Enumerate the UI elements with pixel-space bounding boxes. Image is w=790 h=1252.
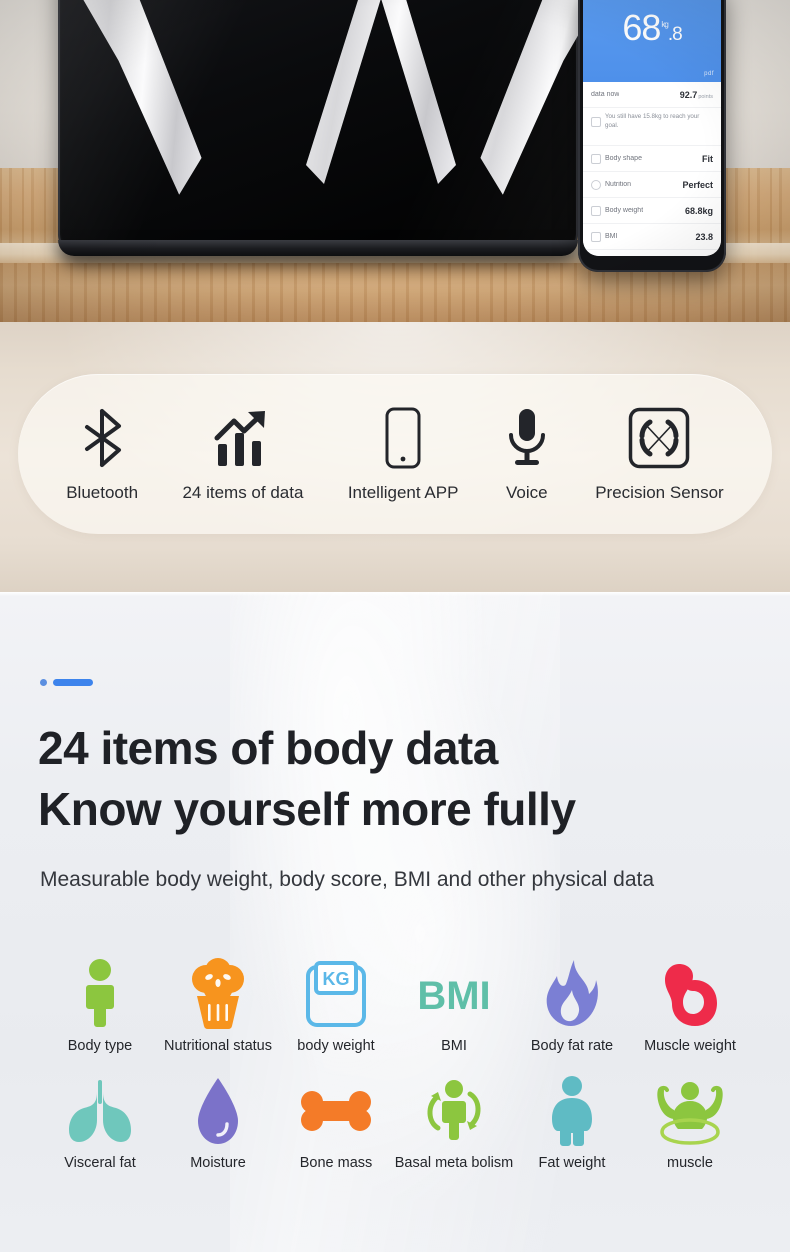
page-subtitle: Measurable body weight, body score, BMI … (40, 868, 655, 891)
body-type-person-icon (77, 955, 123, 1033)
metric-label: body weight (297, 1038, 375, 1054)
lungs-icon (66, 1072, 134, 1150)
metric-body-weight: KG body weight (280, 955, 392, 1056)
feature-label: Voice (506, 483, 548, 502)
metric-label: Muscle weight (644, 1038, 736, 1054)
feature-list: Bluetooth 24 items of data Intelligent A… (18, 374, 772, 534)
metric-muscle-weight: Muscle weight (634, 955, 746, 1056)
cupcake-nutrition-icon (185, 955, 251, 1033)
metric-label: Visceral fat (64, 1154, 136, 1171)
metabolism-cycle-icon (418, 1072, 490, 1150)
bone-icon (299, 1072, 373, 1150)
metrics-grid: Body type Nutritional status KG body wei… (0, 955, 790, 1173)
headline-line-2: Know yourself more fully (38, 782, 576, 835)
metric-label: Moisture (190, 1154, 246, 1171)
metric-label: Nutritional status (164, 1038, 272, 1054)
metric-label: muscle (667, 1154, 713, 1171)
metric-label: BMI (441, 1038, 467, 1054)
precision-sensor-icon (628, 405, 690, 471)
flexed-arm-icon (659, 955, 721, 1033)
metric-label: Body type (67, 1038, 133, 1054)
headline-line-1: 24 items of body data (38, 722, 498, 774)
metric-bone-mass: Bone mass (280, 1072, 392, 1173)
accent-dot (40, 679, 47, 686)
hero-vignette (0, 0, 790, 322)
feature-label: 24 items of data (182, 483, 304, 502)
feature-24-items: 24 items of data (182, 405, 303, 503)
smartphone-icon (385, 405, 421, 471)
kg-scale-icon: KG (304, 955, 368, 1033)
accent-marker (40, 679, 93, 686)
heavy-person-icon (544, 1072, 600, 1150)
microphone-icon (503, 405, 551, 471)
bluetooth-icon (79, 405, 125, 471)
metric-body-fat-rate: Body fat rate (516, 955, 628, 1056)
metric-fat-weight: Fat weight (516, 1072, 628, 1173)
water-drop-icon (194, 1072, 242, 1150)
hero-product-photo: 68kg.8 pdf data now 92.7points You still… (0, 0, 790, 322)
feature-voice: Voice (503, 405, 551, 503)
product-detail-page: 68kg.8 pdf data now 92.7points You still… (0, 0, 790, 1252)
metric-label: Bone mass (299, 1154, 373, 1171)
metric-nutritional-status: Nutritional status (162, 955, 274, 1056)
svg-text:BMI: BMI (417, 974, 490, 1018)
page-title: 24 items of body data Know yourself more… (38, 718, 758, 839)
feature-label: Intelligent APP (347, 483, 459, 502)
metric-label: Body fat rate (530, 1038, 614, 1054)
feature-label: Precision Sensor (595, 483, 724, 502)
metric-body-type: Body type (44, 955, 156, 1056)
flame-icon (544, 955, 600, 1033)
metrics-row-2: Visceral fat Moisture Bone mass Basal me… (0, 1072, 790, 1173)
bmi-text-icon: BMI (408, 955, 500, 1033)
svg-text:KG: KG (323, 969, 350, 989)
metric-bmi: BMI BMI (398, 955, 510, 1056)
feature-precision-sensor: Precision Sensor (595, 405, 724, 503)
metric-muscle: muscle (634, 1072, 746, 1173)
bar-chart-growth-icon (214, 405, 272, 471)
feature-label: Bluetooth (66, 483, 139, 502)
metric-basal-metabolism: Basal meta bolism (394, 1072, 514, 1173)
accent-bar (53, 679, 93, 686)
metric-visceral-fat: Visceral fat (44, 1072, 156, 1173)
metric-moisture: Moisture (162, 1072, 274, 1173)
metrics-row-1: Body type Nutritional status KG body wei… (0, 955, 790, 1056)
feature-bluetooth: Bluetooth (66, 405, 138, 503)
muscle-man-icon (652, 1072, 728, 1150)
feature-intelligent-app: Intelligent APP (347, 405, 459, 503)
metric-label: Basal meta bolism (394, 1154, 514, 1171)
metric-label: Fat weight (538, 1154, 606, 1171)
feature-highlights-band: Bluetooth 24 items of data Intelligent A… (0, 322, 790, 592)
